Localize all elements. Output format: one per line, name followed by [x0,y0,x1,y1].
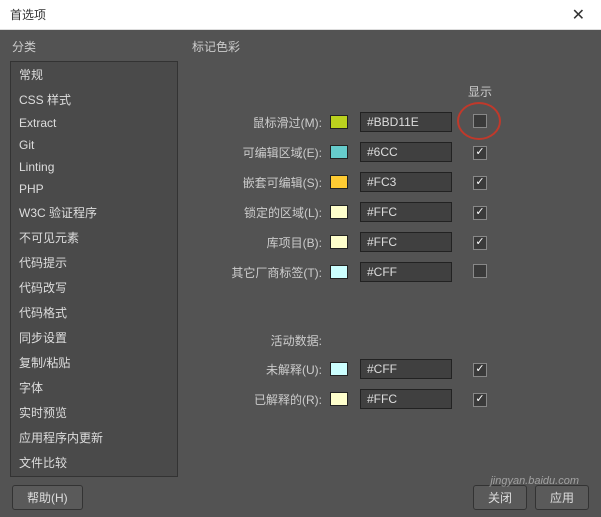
row-label: 库项目(B): [192,234,322,251]
sidebar-item[interactable]: 代码改写 [11,275,177,300]
sidebar-item[interactable]: CSS 样式 [11,87,177,112]
color-input[interactable] [360,389,452,409]
sidebar-item[interactable]: 不可见元素 [11,225,177,250]
color-input[interactable] [360,232,452,252]
row-label: 未解释(U): [192,361,322,378]
panel-title: 标记色彩 [192,38,587,55]
color-swatch[interactable] [330,362,348,376]
show-checkbox[interactable] [473,206,487,220]
color-swatch[interactable] [330,235,348,249]
sidebar-item[interactable]: 字体 [11,375,177,400]
sidebar-item[interactable]: 文件比较 [11,450,177,475]
close-icon[interactable]: ✕ [566,5,591,25]
live-data-heading: 活动数据: [192,332,322,349]
sidebar: 分类 常规CSS 样式ExtractGitLintingPHPW3C 验证程序不… [0,30,178,477]
sidebar-item[interactable]: 同步设置 [11,325,177,350]
color-input[interactable] [360,112,452,132]
color-input[interactable] [360,262,452,282]
category-list[interactable]: 常规CSS 样式ExtractGitLintingPHPW3C 验证程序不可见元… [10,61,178,477]
footer: 帮助(H) 关闭 应用 [0,477,601,517]
dialog-body: 分类 常规CSS 样式ExtractGitLintingPHPW3C 验证程序不… [0,30,601,477]
window-title: 首选项 [10,6,566,23]
sidebar-heading: 分类 [12,38,178,55]
color-swatch[interactable] [330,265,348,279]
sidebar-item[interactable]: 常规 [11,62,177,87]
color-input[interactable] [360,359,452,379]
color-swatch[interactable] [330,205,348,219]
row-label: 嵌套可编辑(S): [192,174,322,191]
color-input[interactable] [360,172,452,192]
sidebar-item[interactable]: 实时预览 [11,400,177,425]
color-swatch[interactable] [330,175,348,189]
row-label: 鼠标滑过(M): [192,114,322,131]
show-header: 显示 [460,83,500,100]
show-checkbox[interactable] [473,264,487,278]
color-input[interactable] [360,142,452,162]
color-input[interactable] [360,202,452,222]
sidebar-item[interactable]: Git [11,134,177,156]
show-checkbox[interactable] [473,393,487,407]
help-button[interactable]: 帮助(H) [12,485,83,510]
sidebar-item[interactable]: W3C 验证程序 [11,200,177,225]
show-checkbox[interactable] [473,363,487,377]
color-swatch[interactable] [330,392,348,406]
show-checkbox[interactable] [473,176,487,190]
sidebar-item[interactable]: 应用程序内更新 [11,425,177,450]
settings-grid: 显示 鼠标滑过(M): 可编辑区域(E): 嵌套可编辑(S): 锁定的区域(L): 库项… [192,83,587,409]
sidebar-item[interactable]: 文件类型 / 编辑器 [11,475,177,477]
show-checkbox[interactable] [473,146,487,160]
sidebar-item[interactable]: Linting [11,156,177,178]
row-label: 可编辑区域(E): [192,144,322,161]
color-swatch[interactable] [330,115,348,129]
sidebar-item[interactable]: Extract [11,112,177,134]
row-label: 已解释的(R): [192,391,322,408]
color-swatch[interactable] [330,145,348,159]
sidebar-item[interactable]: 代码格式 [11,300,177,325]
titlebar: 首选项 ✕ [0,0,601,30]
row-label: 锁定的区域(L): [192,204,322,221]
apply-button[interactable]: 应用 [535,485,589,510]
main-panel: 标记色彩 显示 鼠标滑过(M): 可编辑区域(E): 嵌套可编辑(S): 锁定的区域(… [178,30,601,477]
show-checkbox[interactable] [473,114,487,128]
show-checkbox[interactable] [473,236,487,250]
close-button[interactable]: 关闭 [473,485,527,510]
sidebar-item[interactable]: 代码提示 [11,250,177,275]
sidebar-item[interactable]: PHP [11,178,177,200]
sidebar-item[interactable]: 复制/粘贴 [11,350,177,375]
row-label: 其它厂商标签(T): [192,264,322,281]
